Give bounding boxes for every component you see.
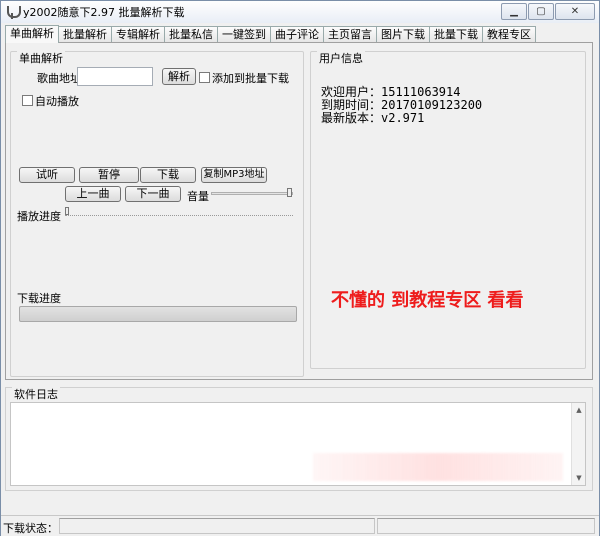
window-controls: ▁ ▢ ✕ [500, 3, 595, 20]
main-window: y2002随意下2.97 批量解析下载 ▁ ▢ ✕ 单曲解析 批量解析 专辑解析… [0, 0, 600, 536]
tab-tutorial[interactable]: 教程专区 [482, 26, 536, 43]
add-to-batch-checkbox[interactable] [199, 72, 210, 83]
software-log-textarea[interactable]: ▲ ▼ [10, 402, 586, 486]
status-bar: 下载状态： [1, 515, 599, 536]
maximize-button[interactable]: ▢ [528, 3, 554, 20]
song-url-label: 歌曲地址 [37, 72, 81, 85]
maximize-icon: ▢ [536, 6, 546, 17]
close-icon: ✕ [570, 6, 580, 17]
volume-slider[interactable] [211, 186, 295, 202]
status-segment-2 [377, 518, 595, 534]
tab-panel-single-parse: 单曲解析 歌曲地址 解析 添加到批量下载 自动播放 试听 暂停 下载 复制MP3… [5, 42, 593, 380]
user-info-group: 用户信息 欢迎用户：15111063914 到期时间：2017010912320… [310, 50, 586, 369]
tab-homepage-message[interactable]: 主页留言 [323, 26, 377, 43]
scroll-up-icon[interactable]: ▲ [574, 405, 584, 415]
user-info-group-title: 用户信息 [317, 50, 365, 66]
tab-image-download[interactable]: 图片下载 [376, 26, 430, 43]
tab-song-comment[interactable]: 曲子评论 [270, 26, 324, 43]
previous-track-button[interactable]: 上一曲 [65, 186, 121, 202]
pause-button[interactable]: 暂停 [79, 167, 139, 183]
autoplay-label: 自动播放 [35, 95, 79, 108]
tab-bar: 单曲解析 批量解析 专辑解析 批量私信 一键签到 曲子评论 主页留言 图片下载 … [5, 25, 536, 43]
tab-batch-message[interactable]: 批量私信 [164, 26, 218, 43]
close-button[interactable]: ✕ [555, 3, 595, 20]
download-status-label: 下载状态： [3, 522, 58, 535]
minimize-icon: ▁ [510, 6, 518, 17]
add-to-batch-label: 添加到批量下载 [212, 72, 289, 85]
log-scrollbar[interactable]: ▲ ▼ [571, 403, 585, 485]
app-logo-icon [5, 5, 21, 19]
autoplay-checkbox[interactable] [22, 95, 33, 106]
next-track-button[interactable]: 下一曲 [125, 186, 181, 202]
tab-batch-download[interactable]: 批量下载 [429, 26, 483, 43]
scroll-down-icon[interactable]: ▼ [574, 473, 584, 483]
play-progress-thumb[interactable] [65, 207, 69, 215]
play-progress-label: 播放进度 [17, 210, 61, 223]
single-parse-group-title: 单曲解析 [17, 50, 65, 66]
title-bar: y2002随意下2.97 批量解析下载 ▁ ▢ ✕ [1, 1, 599, 23]
play-progress-slider[interactable] [65, 206, 295, 220]
software-log-group: 软件日志 ▲ ▼ [5, 386, 593, 491]
software-log-title: 软件日志 [12, 386, 60, 402]
tab-batch-parse[interactable]: 批量解析 [58, 26, 112, 43]
tab-single-parse[interactable]: 单曲解析 [5, 25, 59, 43]
download-progress-bar [19, 306, 297, 322]
tab-album-parse[interactable]: 专辑解析 [111, 26, 165, 43]
tab-one-click-signin[interactable]: 一键签到 [217, 26, 271, 43]
song-url-input[interactable] [77, 67, 153, 86]
download-button[interactable]: 下载 [140, 167, 196, 183]
redacted-log-region [313, 453, 563, 481]
status-segment-1 [59, 518, 375, 534]
single-parse-group: 单曲解析 歌曲地址 解析 添加到批量下载 自动播放 试听 暂停 下载 复制MP3… [10, 50, 304, 377]
volume-slider-thumb[interactable] [287, 188, 292, 197]
tutorial-promo-text: 不懂的 到教程专区 看看 [331, 290, 524, 311]
copy-mp3-address-button[interactable]: 复制MP3地址 [201, 167, 267, 183]
download-progress-label: 下载进度 [17, 292, 61, 305]
volume-label: 音量 [187, 190, 209, 203]
parse-button[interactable]: 解析 [162, 68, 196, 85]
volume-slider-track [211, 192, 293, 195]
window-title: y2002随意下2.97 批量解析下载 [23, 6, 185, 19]
play-progress-ticks [65, 215, 293, 218]
minimize-button[interactable]: ▁ [501, 3, 527, 20]
latest-version-text: 最新版本：v2.971 [321, 111, 425, 125]
listen-button[interactable]: 试听 [19, 167, 75, 183]
